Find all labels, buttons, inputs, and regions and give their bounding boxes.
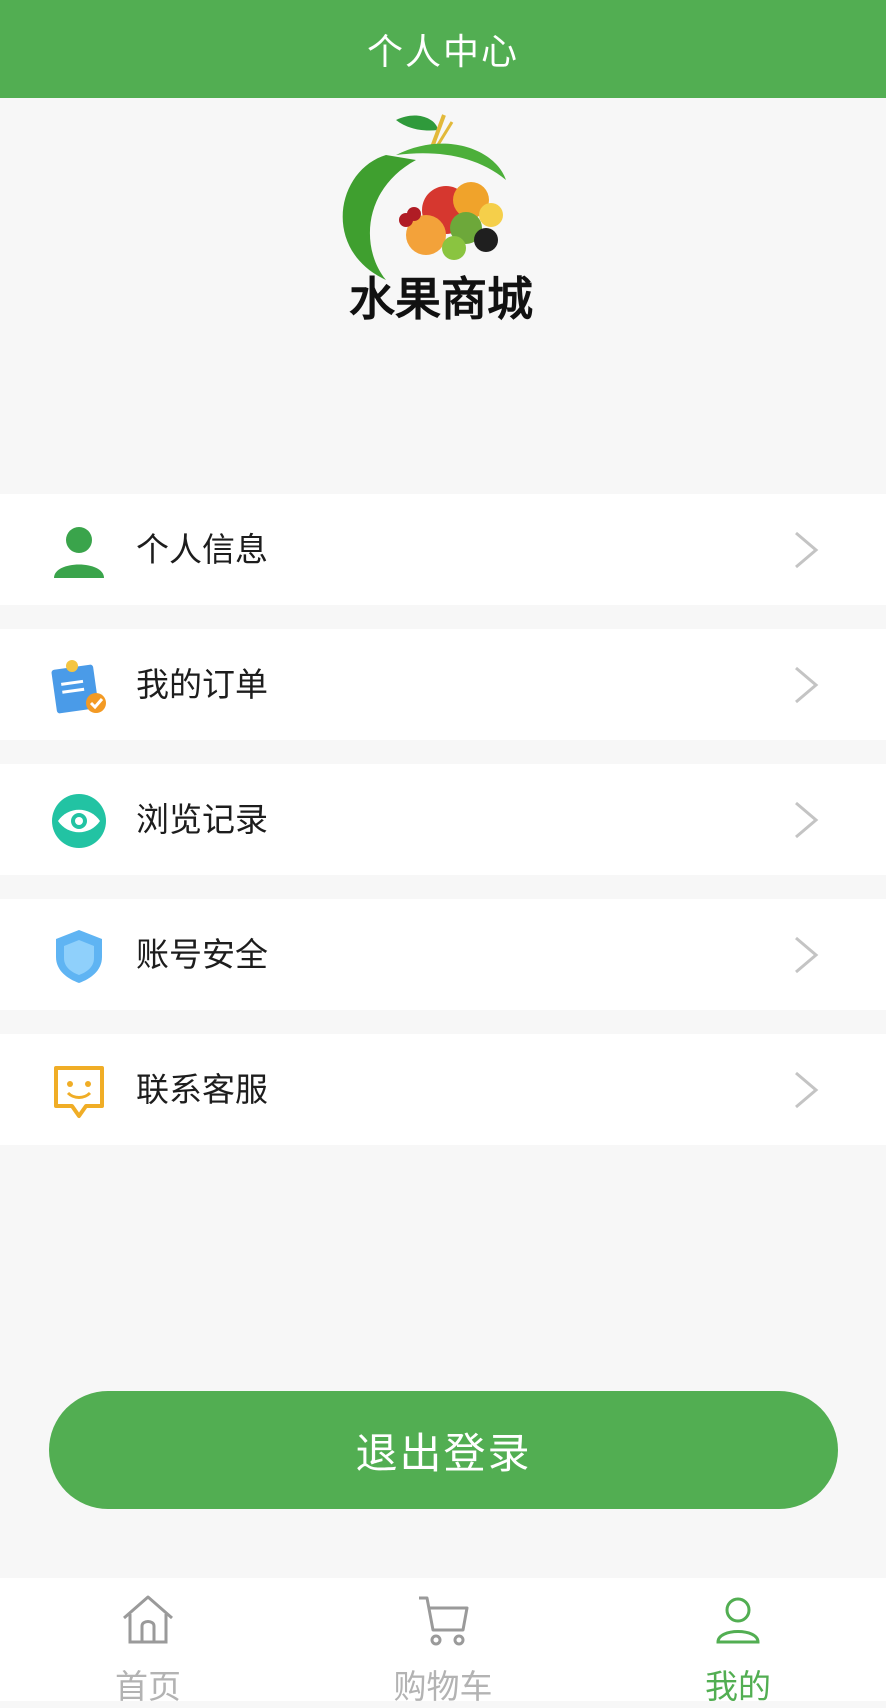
page-title: 个人中心 [366,32,519,73]
logout-button[interactable]: 退出登录 [49,1391,838,1509]
logo-text: 水果商城 [349,272,533,326]
customer-service-icon [50,1062,108,1120]
chevron-right-icon [792,1070,820,1110]
chevron-right-icon [792,665,820,705]
bottom-tab-bar: 首页 购物车 我的 [0,1578,886,1706]
menu-item-label: 账号安全 [136,935,268,974]
chevron-right-icon [792,935,820,975]
profile-icon [710,1592,766,1648]
top-app-bar: 个人中心 [0,0,886,98]
cart-icon [415,1592,471,1648]
home-icon [120,1592,176,1648]
order-icon [50,657,108,715]
menu-item-label: 我的订单 [136,665,268,704]
tab-cart[interactable]: 购物车 [343,1578,543,1706]
fruit-mall-logo-image: 水果商城 [342,114,533,326]
tab-profile[interactable]: 我的 [638,1578,838,1706]
menu-item-label: 浏览记录 [136,800,268,839]
menu-item-my-orders[interactable]: 我的订单 [0,629,886,740]
chevron-right-icon [792,800,820,840]
menu-item-label: 个人信息 [136,530,268,569]
menu-item-customer-service[interactable]: 联系客服 [0,1034,886,1145]
menu-item-account-security[interactable]: 账号安全 [0,899,886,1010]
user-icon [50,522,108,580]
menu-item-browse-history[interactable]: 浏览记录 [0,764,886,875]
fruit-mall-logo: 水果商城 [326,110,556,335]
tab-home[interactable]: 首页 [48,1578,248,1706]
shield-icon [50,927,108,985]
chevron-right-icon [792,530,820,570]
profile-menu: 个人信息 我的订单 浏览记录 账号安全 联系客服 [0,494,886,1169]
menu-item-personal-info[interactable]: 个人信息 [0,494,886,605]
eye-icon [50,792,108,850]
menu-item-label: 联系客服 [136,1070,268,1109]
